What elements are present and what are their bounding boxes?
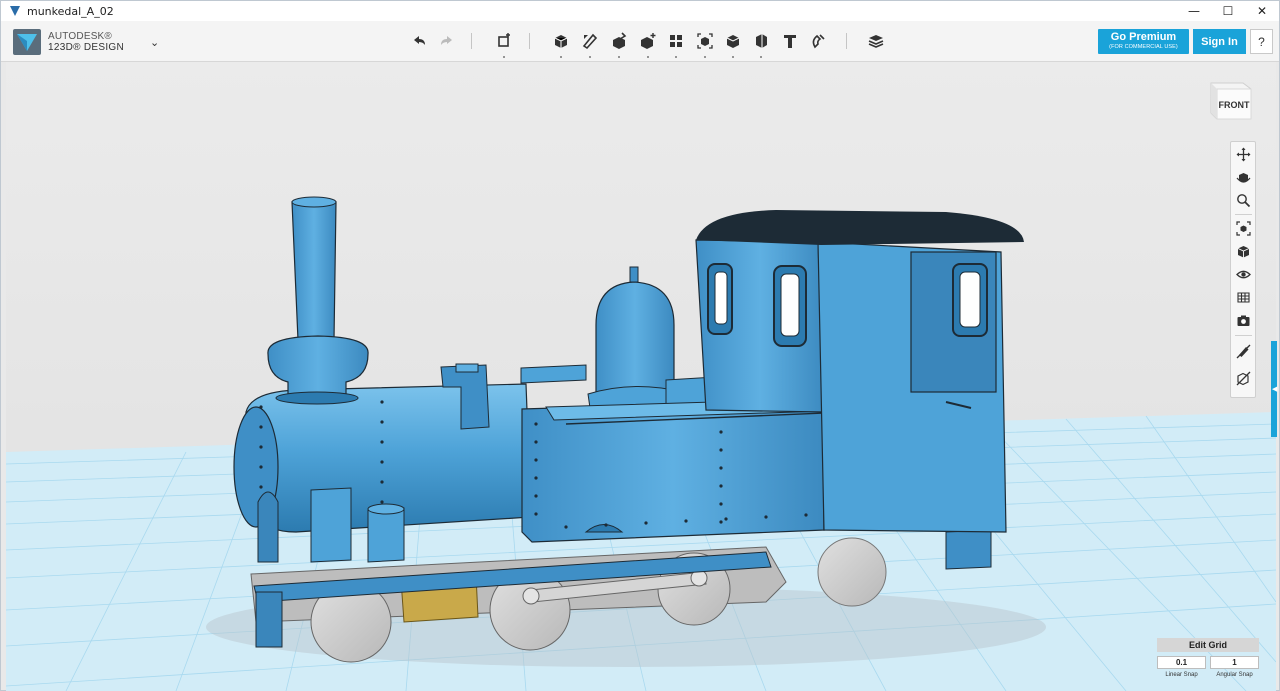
view-icon[interactable]	[1234, 242, 1253, 261]
transform-icon[interactable]	[493, 30, 515, 58]
navbar-separator	[1235, 335, 1252, 336]
orbit-icon[interactable]	[1234, 168, 1253, 187]
main-toolbar: AUTODESK® 123D® DESIGN ⌄ Go Premium (FOR…	[1, 21, 1279, 62]
window-title: munkedal_A_02	[27, 4, 114, 18]
material-icon[interactable]	[865, 30, 887, 52]
help-button[interactable]: ?	[1250, 29, 1273, 54]
brand-line-1: AUTODESK®	[48, 31, 112, 42]
screenshot-icon[interactable]	[1234, 311, 1253, 330]
toolbar-separator	[529, 33, 530, 49]
grouping-icon[interactable]	[694, 30, 716, 58]
toolbar-separator	[471, 33, 472, 49]
grid-icon[interactable]	[1234, 288, 1253, 307]
chevron-left-icon: ◀	[1272, 386, 1278, 393]
measure-icon[interactable]	[750, 30, 772, 58]
go-premium-sublabel: (FOR COMMERCIAL USE)	[1109, 44, 1178, 50]
visibility-icon[interactable]	[1234, 265, 1253, 284]
hide-meshes-icon[interactable]	[1234, 369, 1253, 388]
redo-icon[interactable]	[436, 30, 458, 52]
sketch-icon[interactable]	[579, 30, 601, 58]
snap-icon[interactable]	[807, 30, 829, 52]
primitives-icon[interactable]	[550, 30, 572, 58]
construct-icon[interactable]	[608, 30, 630, 58]
edit-grid-button[interactable]: Edit Grid	[1157, 638, 1259, 652]
app-window: munkedal_A_02 — ☐ ✕ AUTODESK® 123D® DESI…	[0, 0, 1280, 691]
close-button[interactable]: ✕	[1245, 1, 1279, 21]
autodesk-logo-icon	[13, 29, 41, 55]
angular-snap-label: Angular Snap	[1216, 672, 1253, 678]
modify-icon[interactable]	[637, 30, 659, 58]
go-premium-label: Go Premium	[1110, 31, 1177, 43]
combine-icon[interactable]	[722, 30, 744, 58]
side-panel-tab[interactable]: ◀	[1271, 341, 1277, 437]
maximize-button[interactable]: ☐	[1211, 1, 1245, 21]
view-cube-label: FRONT	[1219, 100, 1250, 110]
view-cube[interactable]: FRONT	[1207, 79, 1255, 123]
brand-line-2: 123D® DESIGN	[48, 42, 124, 53]
zoom-icon[interactable]	[1234, 191, 1253, 210]
minimize-button[interactable]: —	[1177, 1, 1211, 21]
sign-in-button[interactable]: Sign In	[1193, 29, 1246, 54]
app-menu[interactable]: AUTODESK® 123D® DESIGN ⌄	[13, 29, 159, 55]
navigation-bar	[1230, 141, 1256, 398]
scene-canvas	[6, 62, 1276, 691]
navbar-separator	[1235, 214, 1252, 215]
hide-sketches-icon[interactable]	[1234, 342, 1253, 361]
app-logo-icon	[7, 3, 23, 19]
3d-viewport[interactable]	[6, 62, 1276, 691]
fit-icon[interactable]	[1234, 219, 1253, 238]
linear-snap-value[interactable]: 0.1	[1157, 656, 1206, 669]
pattern-icon[interactable]	[665, 30, 687, 58]
chevron-down-icon[interactable]: ⌄	[150, 36, 159, 49]
toolbar-separator	[846, 33, 847, 49]
edit-grid-panel: Edit Grid 0.1 Linear Snap 1 Angular Snap	[1157, 638, 1260, 688]
pan-icon[interactable]	[1234, 145, 1253, 164]
linear-snap-label: Linear Snap	[1165, 672, 1198, 678]
go-premium-button[interactable]: Go Premium (FOR COMMERCIAL USE)	[1098, 29, 1189, 54]
text-icon[interactable]	[779, 30, 801, 52]
undo-icon[interactable]	[408, 30, 430, 52]
title-bar: munkedal_A_02 — ☐ ✕	[1, 1, 1279, 21]
angular-snap-value[interactable]: 1	[1210, 656, 1259, 669]
